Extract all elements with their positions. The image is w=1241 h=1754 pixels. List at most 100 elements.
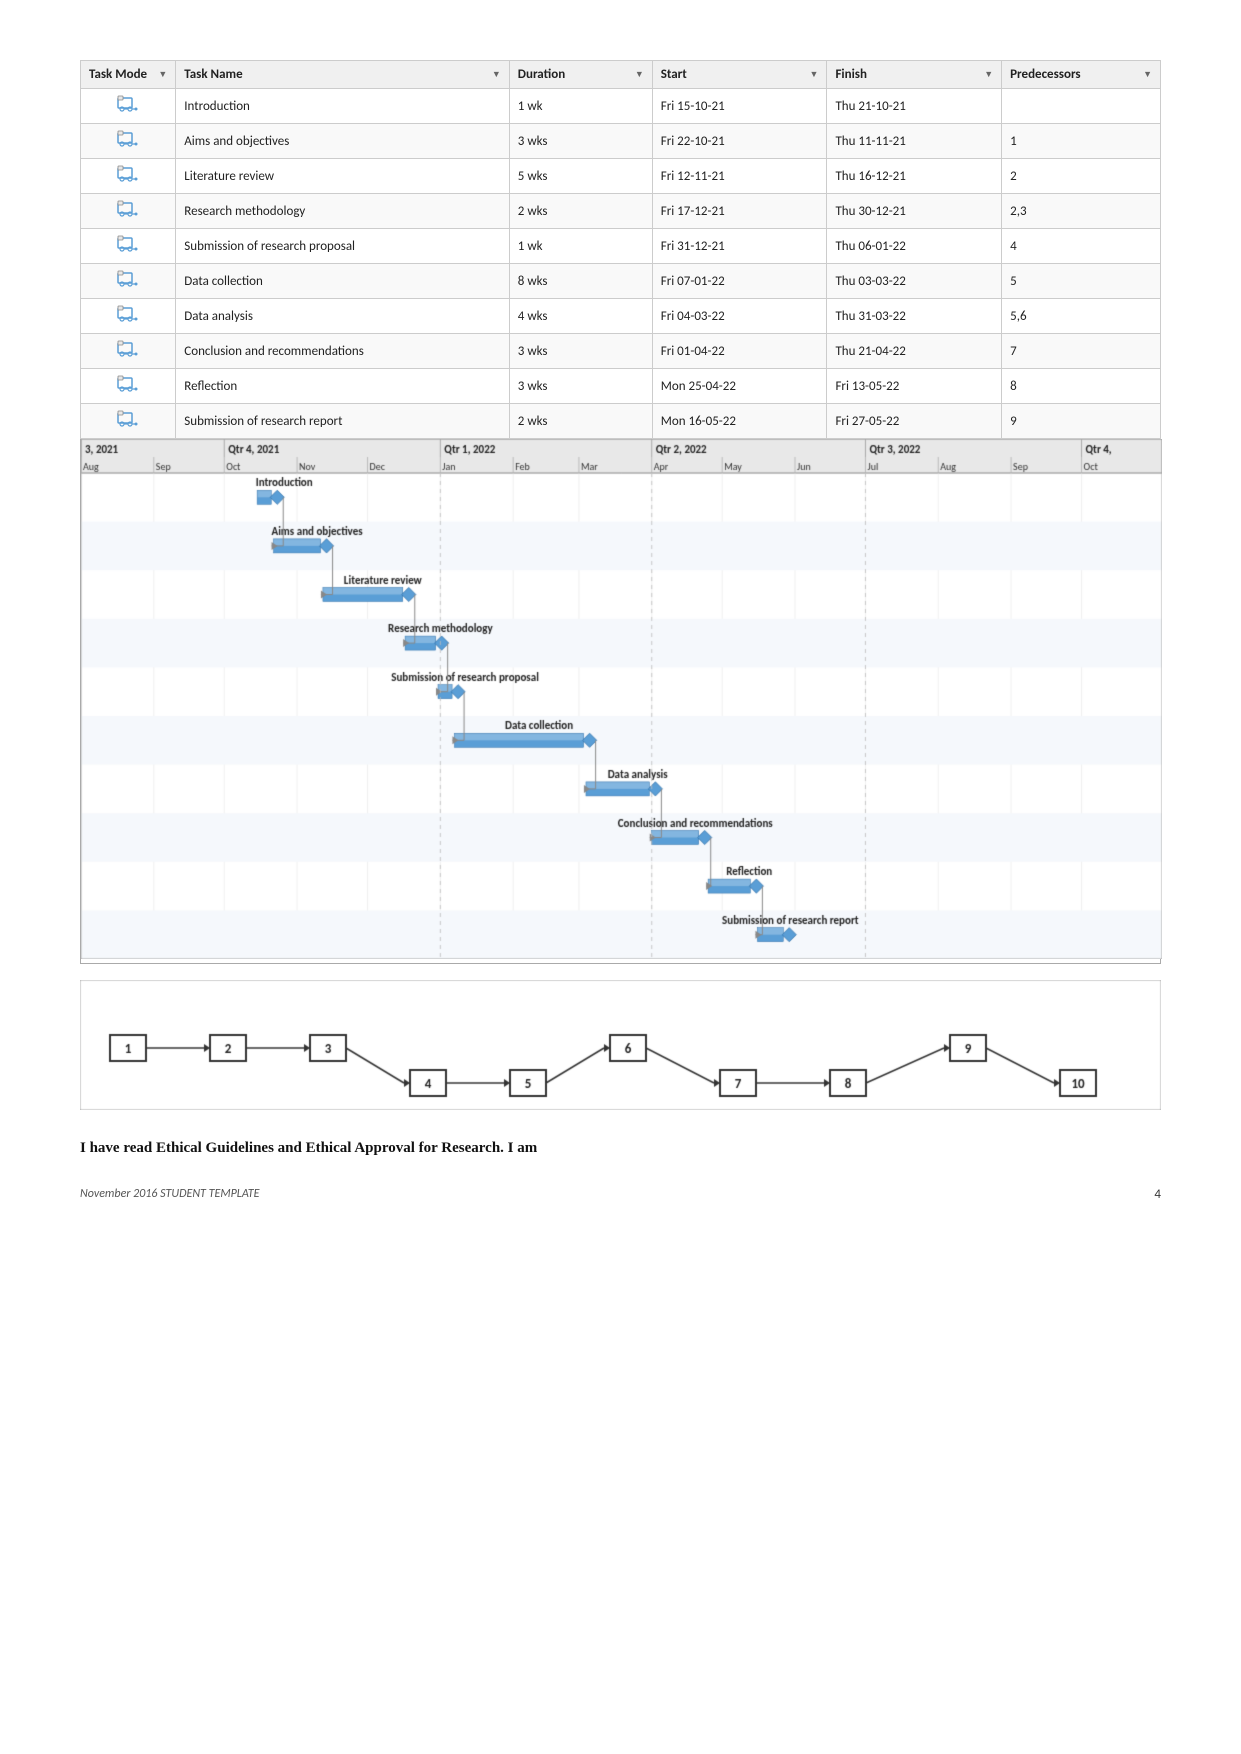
task-mode-cell [81, 369, 176, 404]
task-mode-icon [117, 235, 139, 253]
task-pred-cell: 7 [1002, 334, 1161, 369]
task-mode-cell [81, 299, 176, 334]
task-mode-cell [81, 229, 176, 264]
task-name-cell: Submission of research report [176, 404, 510, 439]
gantt-canvas [81, 439, 1162, 959]
task-start-cell: Fri 12-11-21 [652, 159, 827, 194]
task-finish-cell: Thu 16-12-21 [827, 159, 1002, 194]
task-duration-cell: 1 wk [509, 229, 652, 264]
task-finish-cell: Fri 27-05-22 [827, 404, 1002, 439]
task-mode-cell [81, 404, 176, 439]
th-name-label: Task Name [184, 67, 242, 82]
task-pred-cell: 5 [1002, 264, 1161, 299]
task-name-cell: Literature review [176, 159, 510, 194]
task-finish-cell: Thu 21-04-22 [827, 334, 1002, 369]
task-finish-cell: Fri 13-05-22 [827, 369, 1002, 404]
task-mode-cell [81, 264, 176, 299]
th-predecessors: Predecessors ▼ [1002, 61, 1161, 89]
network-diagram [80, 980, 1161, 1110]
sort-arrow-start[interactable]: ▼ [810, 69, 819, 80]
task-mode-cell [81, 159, 176, 194]
task-finish-cell: Thu 31-03-22 [827, 299, 1002, 334]
task-name-cell: Research methodology [176, 194, 510, 229]
task-start-cell: Fri 15-10-21 [652, 89, 827, 124]
task-pred-cell: 2,3 [1002, 194, 1161, 229]
task-name-cell: Reflection [176, 369, 510, 404]
task-duration-cell: 2 wks [509, 194, 652, 229]
task-name-cell: Conclusion and recommendations [176, 334, 510, 369]
gantt-table: Task Mode ▼ Task Name ▼ Duration ▼ [80, 60, 1161, 439]
task-duration-cell: 5 wks [509, 159, 652, 194]
task-duration-cell: 1 wk [509, 89, 652, 124]
task-mode-icon [117, 200, 139, 218]
sort-arrow-duration[interactable]: ▼ [635, 69, 644, 80]
th-duration: Duration ▼ [509, 61, 652, 89]
th-duration-label: Duration [518, 67, 565, 82]
table-row: Conclusion and recommendations3 wksFri 0… [81, 334, 1161, 369]
task-mode-cell [81, 194, 176, 229]
task-finish-cell: Thu 03-03-22 [827, 264, 1002, 299]
task-name-cell: Data collection [176, 264, 510, 299]
gantt-chart-wrapper [80, 439, 1161, 964]
table-row: Submission of research report2 wksMon 16… [81, 404, 1161, 439]
task-finish-cell: Thu 30-12-21 [827, 194, 1002, 229]
sort-arrow-finish[interactable]: ▼ [984, 69, 993, 80]
task-start-cell: Fri 22-10-21 [652, 124, 827, 159]
task-pred-cell: 9 [1002, 404, 1161, 439]
task-mode-icon [117, 165, 139, 183]
table-row: Aims and objectives3 wksFri 22-10-21Thu … [81, 124, 1161, 159]
task-start-cell: Fri 01-04-22 [652, 334, 827, 369]
task-pred-cell: 5,6 [1002, 299, 1161, 334]
task-pred-cell [1002, 89, 1161, 124]
task-mode-icon [117, 410, 139, 428]
task-duration-cell: 3 wks [509, 334, 652, 369]
sort-arrow-name[interactable]: ▼ [492, 69, 501, 80]
task-mode-cell [81, 89, 176, 124]
task-mode-cell [81, 124, 176, 159]
page-number: 4 [1154, 1187, 1161, 1202]
task-duration-cell: 8 wks [509, 264, 652, 299]
sort-arrow-mode[interactable]: ▼ [158, 69, 167, 80]
task-start-cell: Fri 17-12-21 [652, 194, 827, 229]
table-row: Literature review5 wksFri 12-11-21Thu 16… [81, 159, 1161, 194]
task-name-cell: Aims and objectives [176, 124, 510, 159]
th-pred-label: Predecessors [1010, 67, 1080, 82]
task-duration-cell: 4 wks [509, 299, 652, 334]
task-start-cell: Mon 16-05-22 [652, 404, 827, 439]
table-row: Introduction1 wkFri 15-10-21Thu 21-10-21 [81, 89, 1161, 124]
task-finish-cell: Thu 21-10-21 [827, 89, 1002, 124]
task-mode-cell [81, 334, 176, 369]
th-finish: Finish ▼ [827, 61, 1002, 89]
th-name: Task Name ▼ [176, 61, 510, 89]
table-row: Submission of research proposal1 wkFri 3… [81, 229, 1161, 264]
task-mode-icon [117, 270, 139, 288]
task-duration-cell: 2 wks [509, 404, 652, 439]
task-duration-cell: 3 wks [509, 369, 652, 404]
task-start-cell: Fri 07-01-22 [652, 264, 827, 299]
task-duration-cell: 3 wks [509, 124, 652, 159]
task-name-cell: Data analysis [176, 299, 510, 334]
task-mode-icon [117, 305, 139, 323]
task-mode-icon [117, 340, 139, 358]
task-pred-cell: 2 [1002, 159, 1161, 194]
sort-arrow-pred[interactable]: ▼ [1143, 69, 1152, 80]
th-mode: Task Mode ▼ [81, 61, 176, 89]
task-mode-icon [117, 130, 139, 148]
task-finish-cell: Thu 11-11-21 [827, 124, 1002, 159]
task-start-cell: Fri 31-12-21 [652, 229, 827, 264]
network-canvas [80, 980, 1161, 1110]
table-row: Data collection8 wksFri 07-01-22Thu 03-0… [81, 264, 1161, 299]
task-pred-cell: 4 [1002, 229, 1161, 264]
task-mode-icon [117, 375, 139, 393]
th-mode-label: Task Mode [89, 67, 147, 82]
task-name-cell: Submission of research proposal [176, 229, 510, 264]
task-start-cell: Fri 04-03-22 [652, 299, 827, 334]
page: Task Mode ▼ Task Name ▼ Duration ▼ [0, 0, 1241, 1262]
footer-heading: I have read Ethical Guidelines and Ethic… [80, 1140, 1161, 1157]
th-finish-label: Finish [835, 67, 867, 82]
task-pred-cell: 1 [1002, 124, 1161, 159]
table-row: Data analysis4 wksFri 04-03-22Thu 31-03-… [81, 299, 1161, 334]
task-pred-cell: 8 [1002, 369, 1161, 404]
table-row: Research methodology2 wksFri 17-12-21Thu… [81, 194, 1161, 229]
th-start: Start ▼ [652, 61, 827, 89]
